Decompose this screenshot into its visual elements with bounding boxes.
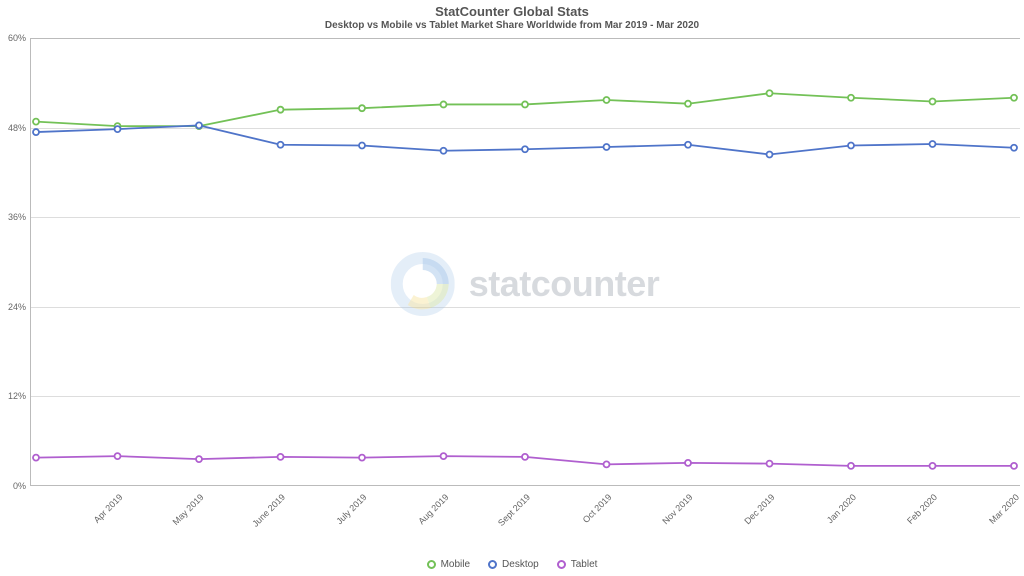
y-tick: 12% [8, 391, 26, 401]
legend-marker-desktop [488, 560, 497, 569]
x-tick: May 2019 [171, 492, 206, 527]
x-tick: Jan 2020 [825, 492, 858, 525]
x-tick: Nov 2019 [661, 492, 695, 526]
legend-item-desktop: Desktop [488, 559, 539, 570]
legend-label-desktop: Desktop [502, 559, 539, 570]
y-tick: 36% [8, 212, 26, 222]
chart-title: StatCounter Global Stats [0, 4, 1024, 19]
x-tick: Feb 2020 [906, 492, 940, 526]
legend: Mobile Desktop Tablet [0, 559, 1024, 570]
x-tick: Aug 2019 [416, 492, 450, 526]
legend-item-mobile: Mobile [427, 559, 470, 570]
legend-marker-mobile [427, 560, 436, 569]
x-tick: Oct 2019 [581, 492, 614, 525]
legend-label-mobile: Mobile [441, 559, 470, 570]
y-tick: 0% [13, 481, 26, 491]
legend-item-tablet: Tablet [557, 559, 598, 570]
legend-label-tablet: Tablet [571, 559, 598, 570]
y-tick: 24% [8, 302, 26, 312]
x-tick: Mar 2020 [987, 492, 1021, 526]
plot-area: statcounter 0%12%24%36%48%60%Apr 2019May… [30, 38, 1020, 486]
chart-container: StatCounter Global Stats Desktop vs Mobi… [0, 0, 1024, 576]
x-tick: Sept 2019 [496, 492, 532, 528]
x-tick: June 2019 [251, 492, 288, 529]
y-tick: 48% [8, 123, 26, 133]
x-tick: Apr 2019 [92, 492, 125, 525]
legend-marker-tablet [557, 560, 566, 569]
y-tick: 60% [8, 33, 26, 43]
chart-subtitle: Desktop vs Mobile vs Tablet Market Share… [0, 20, 1024, 31]
plot-border [30, 38, 1020, 486]
x-tick: Dec 2019 [742, 492, 776, 526]
x-tick: July 2019 [335, 492, 369, 526]
